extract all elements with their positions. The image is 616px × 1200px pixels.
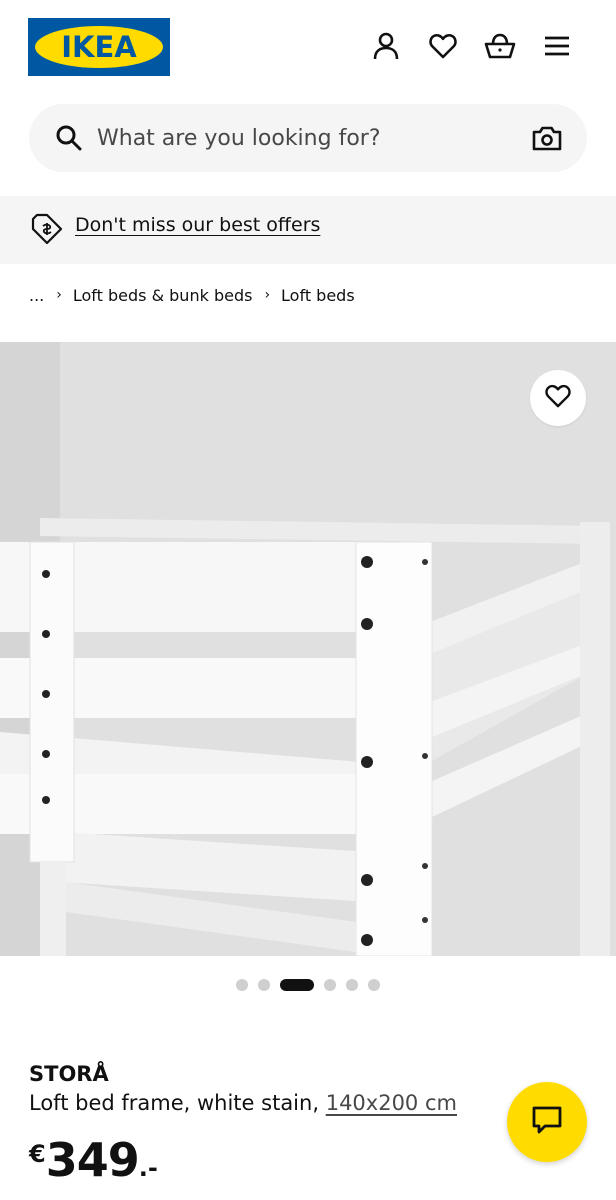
product-description: Loft bed frame, white stain, 140x200 cm	[29, 1091, 457, 1115]
logo-text: IKEA	[61, 30, 137, 64]
price-tag-icon	[31, 213, 63, 245]
product-name: STORÅ	[29, 1062, 109, 1086]
search-bar[interactable]	[29, 104, 587, 172]
offers-banner[interactable]: Don't miss our best offers	[0, 196, 616, 264]
camera-icon[interactable]	[532, 124, 562, 152]
breadcrumb-item-loft-bunk-beds[interactable]: Loft beds & bunk beds	[73, 286, 253, 305]
product-description-text: Loft bed frame, white stain,	[29, 1091, 320, 1115]
basket-icon[interactable]	[484, 30, 516, 62]
price-currency: €	[29, 1140, 46, 1168]
heart-icon[interactable]	[427, 30, 459, 62]
price-decimal: .-	[138, 1154, 158, 1182]
price-integer: 349	[45, 1133, 140, 1187]
breadcrumb-ellipsis[interactable]: ...	[29, 286, 44, 305]
breadcrumb-item-loft-beds[interactable]: Loft beds	[281, 286, 355, 305]
carousel-dot[interactable]	[324, 979, 336, 991]
hamburger-menu-icon[interactable]	[541, 30, 573, 62]
breadcrumb: ... › Loft beds & bunk beds › Loft beds	[29, 284, 355, 306]
carousel-dot[interactable]	[346, 979, 358, 991]
save-to-favorites-button[interactable]	[530, 370, 586, 426]
product-size-link[interactable]: 140x200 cm	[326, 1091, 457, 1115]
carousel-dot[interactable]	[280, 979, 314, 991]
offers-link[interactable]: Don't miss our best offers	[75, 214, 320, 236]
heart-icon	[545, 384, 571, 412]
profile-icon[interactable]	[370, 30, 402, 62]
carousel-dot[interactable]	[236, 979, 248, 991]
product-image[interactable]	[0, 342, 616, 956]
carousel-dot[interactable]	[258, 979, 270, 991]
chat-icon	[531, 1105, 563, 1139]
chat-button[interactable]	[507, 1082, 587, 1162]
image-carousel-dots	[0, 978, 616, 992]
search-icon[interactable]	[55, 124, 83, 152]
chevron-right-icon: ›	[264, 287, 271, 303]
product-price: € 349 .-	[29, 1134, 158, 1190]
ikea-logo[interactable]: IKEA	[28, 18, 170, 76]
chevron-right-icon: ›	[56, 287, 62, 303]
search-input[interactable]	[97, 121, 517, 155]
carousel-dot[interactable]	[368, 979, 380, 991]
site-header: IKEA	[0, 0, 616, 96]
